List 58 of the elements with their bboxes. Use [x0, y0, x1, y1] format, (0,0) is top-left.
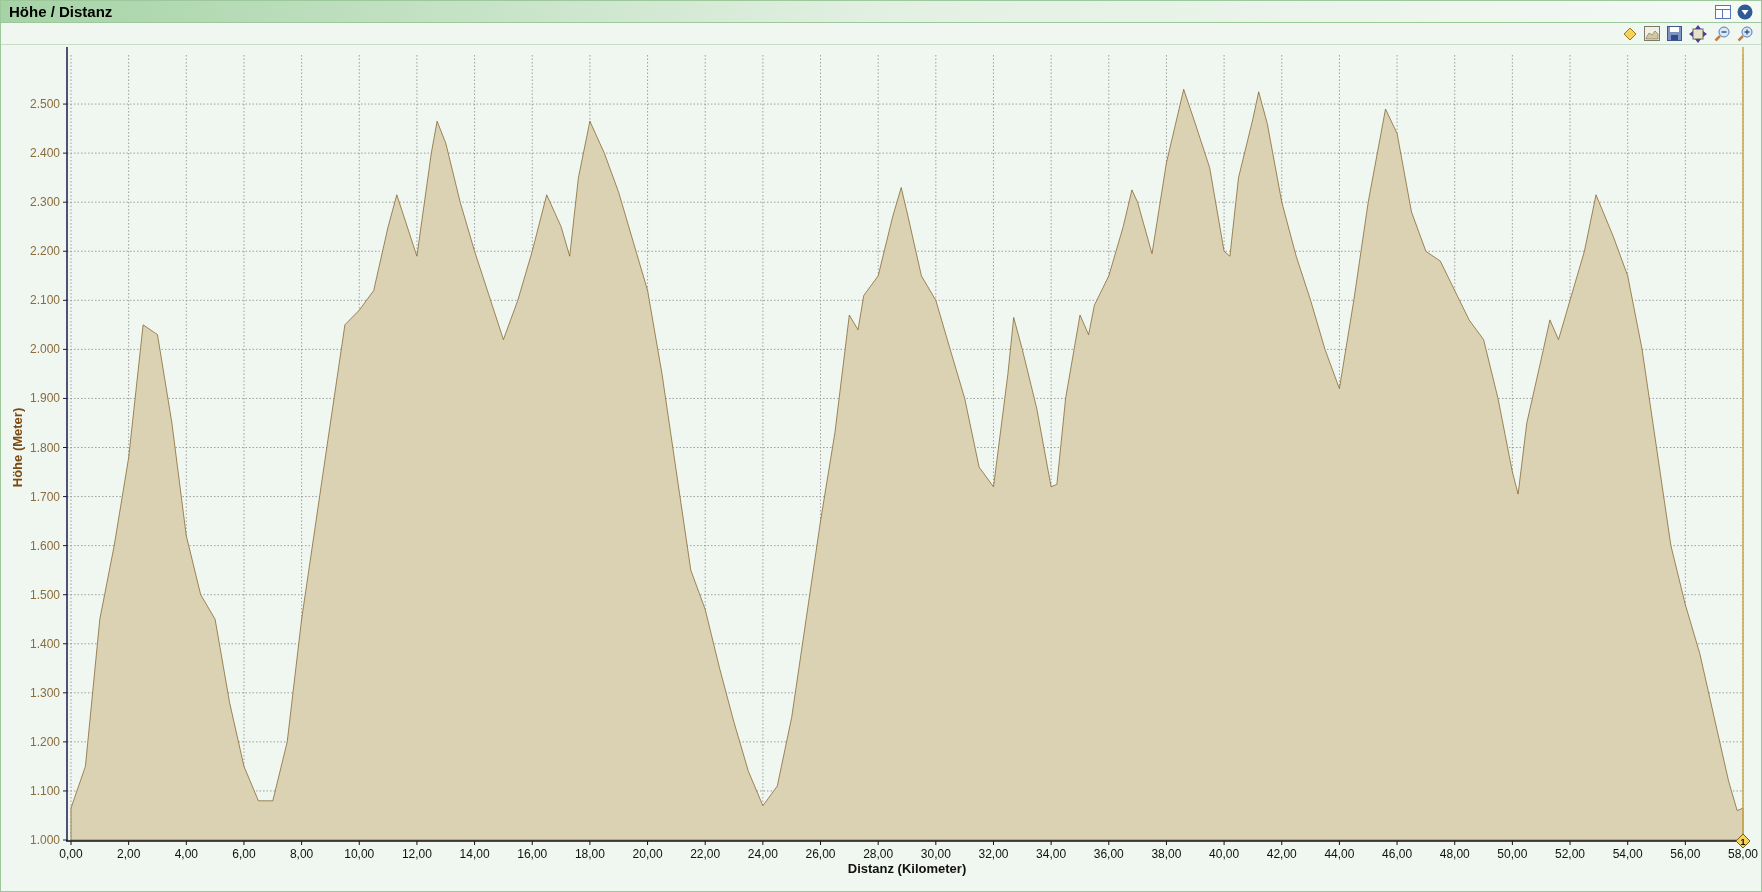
x-tick-label: 58,00: [1728, 847, 1758, 861]
y-tick-label: 1.500: [29, 587, 60, 602]
x-tick-label: 40,00: [1209, 847, 1240, 861]
x-tick-label: 0,00: [59, 847, 83, 861]
x-tick-label: 12,00: [401, 847, 432, 861]
x-tick-label: 24,00: [747, 847, 778, 861]
y-tick-label: 1.400: [29, 636, 60, 651]
y-tick-label: 2.400: [29, 146, 60, 161]
y-tick-label: 1.000: [29, 833, 60, 847]
x-tick-label: 52,00: [1555, 847, 1586, 861]
x-tick-label: 20,00: [632, 847, 663, 861]
dropdown-circle-icon[interactable]: [1737, 3, 1753, 20]
pan-icon[interactable]: [1689, 24, 1707, 43]
y-tick-label: 1.600: [29, 538, 60, 553]
y-tick-label: 2.300: [29, 195, 60, 210]
y-tick-label: 2.500: [29, 97, 60, 112]
y-tick-label: 2.200: [29, 244, 60, 259]
x-tick-label: 54,00: [1612, 847, 1643, 861]
x-tick-label: 16,00: [517, 847, 548, 861]
x-tick-label: 50,00: [1497, 847, 1528, 861]
x-tick-label: 26,00: [805, 847, 836, 861]
y-tick-label: 1.900: [29, 391, 60, 406]
x-tick-label: 6,00: [232, 847, 256, 861]
x-tick-label: 28,00: [863, 847, 894, 861]
x-tick-label: 48,00: [1439, 847, 1470, 861]
x-tick-label: 18,00: [574, 847, 605, 861]
x-tick-label: 4,00: [174, 847, 198, 861]
y-tick-label: 1.700: [29, 489, 60, 504]
layout-icon[interactable]: [1715, 4, 1731, 19]
x-tick-label: 44,00: [1324, 847, 1355, 861]
x-tick-label: 46,00: [1382, 847, 1413, 861]
x-tick-label: 30,00: [920, 847, 951, 861]
x-tick-label: 10,00: [344, 847, 375, 861]
x-tick-label: 36,00: [1093, 847, 1124, 861]
x-tick-label: 32,00: [978, 847, 1009, 861]
y-tick-label: 1.100: [29, 783, 60, 798]
x-tick-label: 2,00: [117, 847, 141, 861]
x-tick-label: 56,00: [1670, 847, 1701, 861]
y-tick-label: 1.800: [29, 440, 60, 455]
diamond-icon[interactable]: [1623, 26, 1637, 41]
y-tick-label: 2.100: [29, 293, 60, 308]
x-tick-label: 22,00: [690, 847, 721, 861]
y-tick-label: 2.000: [29, 342, 60, 357]
y-tick-label: 1.300: [29, 685, 60, 700]
x-tick-label: 38,00: [1151, 847, 1182, 861]
zoom-out-icon[interactable]: [1714, 25, 1730, 42]
zoom-in-icon[interactable]: [1737, 25, 1753, 42]
panel-title: Höhe / Distanz: [9, 4, 113, 19]
x-tick-label: 34,00: [1036, 847, 1067, 861]
chart-icon[interactable]: [1644, 26, 1660, 41]
marker-flag[interactable]: 1: [1735, 833, 1751, 849]
x-tick-label: 42,00: [1266, 847, 1297, 861]
x-tick-label: 8,00: [289, 847, 314, 861]
save-icon[interactable]: [1667, 26, 1682, 41]
y-tick-label: 1.200: [29, 734, 60, 749]
x-tick-label: 14,00: [459, 847, 490, 861]
x-axis-title: Distanz (Kilometer): [847, 861, 967, 876]
y-axis-title: Höhe (Meter): [10, 407, 25, 488]
